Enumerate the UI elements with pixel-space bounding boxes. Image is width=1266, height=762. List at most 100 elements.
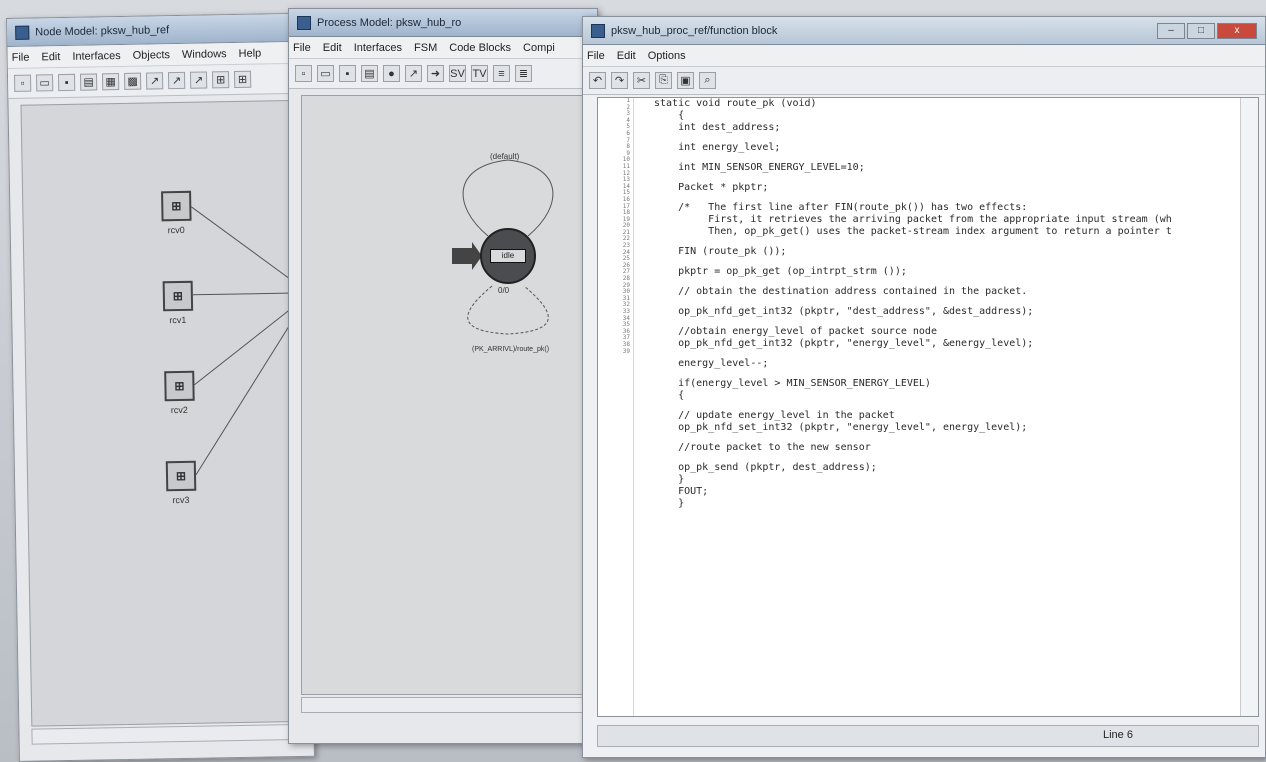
code-line[interactable]: {: [654, 390, 1254, 402]
transition-tool-icon[interactable]: ↗: [405, 65, 422, 82]
maximize-button[interactable]: □: [1187, 22, 1215, 39]
code-line[interactable]: [654, 194, 1254, 202]
code-line[interactable]: op_pk_nfd_get_int32 (pkptr, "dest_addres…: [654, 306, 1254, 318]
code-line[interactable]: [654, 174, 1254, 182]
code-line[interactable]: int dest_address;: [654, 122, 1254, 134]
function-block-icon[interactable]: ≣: [515, 65, 532, 82]
menu-interfaces[interactable]: Interfaces: [354, 42, 402, 54]
code-line[interactable]: // update energy_level in the packet: [654, 410, 1254, 422]
initial-state-icon[interactable]: ➜: [427, 65, 444, 82]
code-line[interactable]: pkptr = op_pk_get (op_intrpt_strm ());: [654, 266, 1254, 278]
receiver-node-icon[interactable]: ⊞: [165, 460, 197, 492]
find-icon[interactable]: ⌕: [699, 72, 716, 89]
code-line[interactable]: FOUT;: [654, 486, 1254, 498]
code-line[interactable]: [654, 402, 1254, 410]
horizontal-scrollbar[interactable]: [301, 697, 591, 713]
link-tool-icon[interactable]: ↗: [145, 72, 164, 90]
code-line[interactable]: static void route_pk (void): [654, 98, 1254, 110]
code-line[interactable]: if(energy_level > MIN_SENSOR_ENERGY_LEVE…: [654, 378, 1254, 390]
menu-objects[interactable]: Objects: [133, 49, 171, 62]
code-line[interactable]: [654, 238, 1254, 246]
code-line[interactable]: [654, 370, 1254, 378]
process-model-canvas[interactable]: (default) idle 0/0 (PK_ARRIVL)/route_pk(…: [301, 95, 591, 695]
state-tool-icon[interactable]: ●: [383, 65, 400, 82]
minimize-button[interactable]: –: [1157, 22, 1185, 39]
code-line[interactable]: //obtain energy_level of packet source n…: [654, 326, 1254, 338]
header-block-icon[interactable]: ≡: [493, 65, 510, 82]
receiver-node-icon[interactable]: ⊞: [161, 190, 192, 222]
receiver-node-icon[interactable]: ⊞: [164, 370, 195, 402]
undo-icon[interactable]: ↶: [589, 72, 606, 89]
save-icon[interactable]: ▪: [339, 65, 356, 82]
idle-state[interactable]: idle: [480, 228, 536, 284]
code-line[interactable]: [654, 454, 1254, 462]
state-variables-icon[interactable]: SV: [449, 65, 466, 82]
close-button[interactable]: x: [1217, 22, 1257, 39]
code-line[interactable]: [654, 278, 1254, 286]
code-line[interactable]: [654, 134, 1254, 142]
code-area[interactable]: static void route_pk (void) { int dest_a…: [654, 98, 1254, 510]
code-line[interactable]: [654, 350, 1254, 358]
copy-icon[interactable]: ⎘: [655, 72, 672, 89]
menu-windows[interactable]: Windows: [182, 48, 227, 61]
paste-icon[interactable]: ▣: [677, 72, 694, 89]
save-icon[interactable]: ▪: [57, 73, 76, 92]
menu-fsm[interactable]: FSM: [414, 42, 437, 54]
menu-file[interactable]: File: [12, 51, 30, 63]
function-block-titlebar[interactable]: pksw_hub_proc_ref/function block – □ x: [583, 17, 1265, 45]
menu-options[interactable]: Options: [648, 50, 686, 62]
code-line[interactable]: [654, 298, 1254, 306]
menu-file[interactable]: File: [293, 42, 311, 54]
open-folder-icon[interactable]: ▭: [317, 65, 334, 82]
temp-variables-icon[interactable]: TV: [471, 65, 488, 82]
menu-interfaces[interactable]: Interfaces: [72, 50, 121, 63]
code-line[interactable]: [654, 318, 1254, 326]
code-line[interactable]: op_pk_nfd_get_int32 (pkptr, "energy_leve…: [654, 338, 1254, 350]
code-line[interactable]: op_pk_send (pkptr, dest_address);: [654, 462, 1254, 474]
module-2-icon[interactable]: ⊞: [233, 70, 252, 89]
module-icon[interactable]: ⊞: [211, 71, 230, 89]
cut-icon[interactable]: ✂: [633, 72, 650, 89]
grid-icon[interactable]: ▦: [101, 73, 120, 91]
code-editor[interactable]: 1 2 3 4 5 6 7 8 9 10 11 12 13 14 15 16 17 18 19 20 21 22 23 24 2…: [597, 97, 1259, 717]
new-file-icon[interactable]: ▫: [295, 65, 312, 82]
receiver-node-icon[interactable]: ⊞: [162, 280, 194, 312]
menu-edit[interactable]: Edit: [41, 51, 60, 63]
horizontal-scrollbar[interactable]: [31, 723, 308, 745]
code-line[interactable]: [654, 434, 1254, 442]
code-line[interactable]: [654, 258, 1254, 266]
code-line[interactable]: [654, 154, 1254, 162]
print-icon[interactable]: ▤: [361, 65, 378, 82]
vertical-scrollbar[interactable]: [1240, 98, 1258, 716]
print-icon[interactable]: ▤: [79, 73, 98, 91]
menu-file[interactable]: File: [587, 50, 605, 62]
code-line[interactable]: }: [654, 474, 1254, 486]
code-line[interactable]: op_pk_nfd_set_int32 (pkptr, "energy_leve…: [654, 422, 1254, 434]
code-line[interactable]: int MIN_SENSOR_ENERGY_LEVEL=10;: [654, 162, 1254, 174]
menu-help[interactable]: Help: [238, 47, 261, 59]
code-line[interactable]: FIN (route_pk ());: [654, 246, 1254, 258]
status-bar: Line 6: [597, 725, 1259, 747]
open-folder-icon[interactable]: ▭: [35, 74, 54, 92]
code-line[interactable]: Then, op_pk_get() uses the packet-stream…: [654, 226, 1254, 238]
code-line[interactable]: }: [654, 498, 1254, 510]
menu-edit[interactable]: Edit: [617, 50, 636, 62]
code-line[interactable]: {: [654, 110, 1254, 122]
redo-icon[interactable]: ↷: [611, 72, 628, 89]
link-tool-3-icon[interactable]: ↗: [189, 71, 208, 89]
link-tool-2-icon[interactable]: ↗: [167, 71, 186, 90]
grid-dark-icon[interactable]: ▩: [123, 72, 142, 90]
menu-compile[interactable]: Compi: [523, 42, 555, 54]
code-line[interactable]: energy_level--;: [654, 358, 1254, 370]
code-line[interactable]: int energy_level;: [654, 142, 1254, 154]
code-line[interactable]: First, it retrieves the arriving packet …: [654, 214, 1254, 226]
process-model-titlebar[interactable]: Process Model: pksw_hub_ro: [289, 9, 597, 37]
menu-code-blocks[interactable]: Code Blocks: [449, 42, 511, 54]
code-line[interactable]: //route packet to the new sensor: [654, 442, 1254, 454]
node-model-canvas[interactable]: ⊞ rcv0 ⊞ rcv1 ⊞ rcv2 ⊞ rcv3: [20, 99, 308, 727]
code-line[interactable]: /* The first line after FIN(route_pk()) …: [654, 202, 1254, 214]
code-line[interactable]: // obtain the destination address contai…: [654, 286, 1254, 298]
code-line[interactable]: Packet * pkptr;: [654, 182, 1254, 194]
menu-edit[interactable]: Edit: [323, 42, 342, 54]
new-file-icon[interactable]: ▫: [13, 74, 32, 92]
